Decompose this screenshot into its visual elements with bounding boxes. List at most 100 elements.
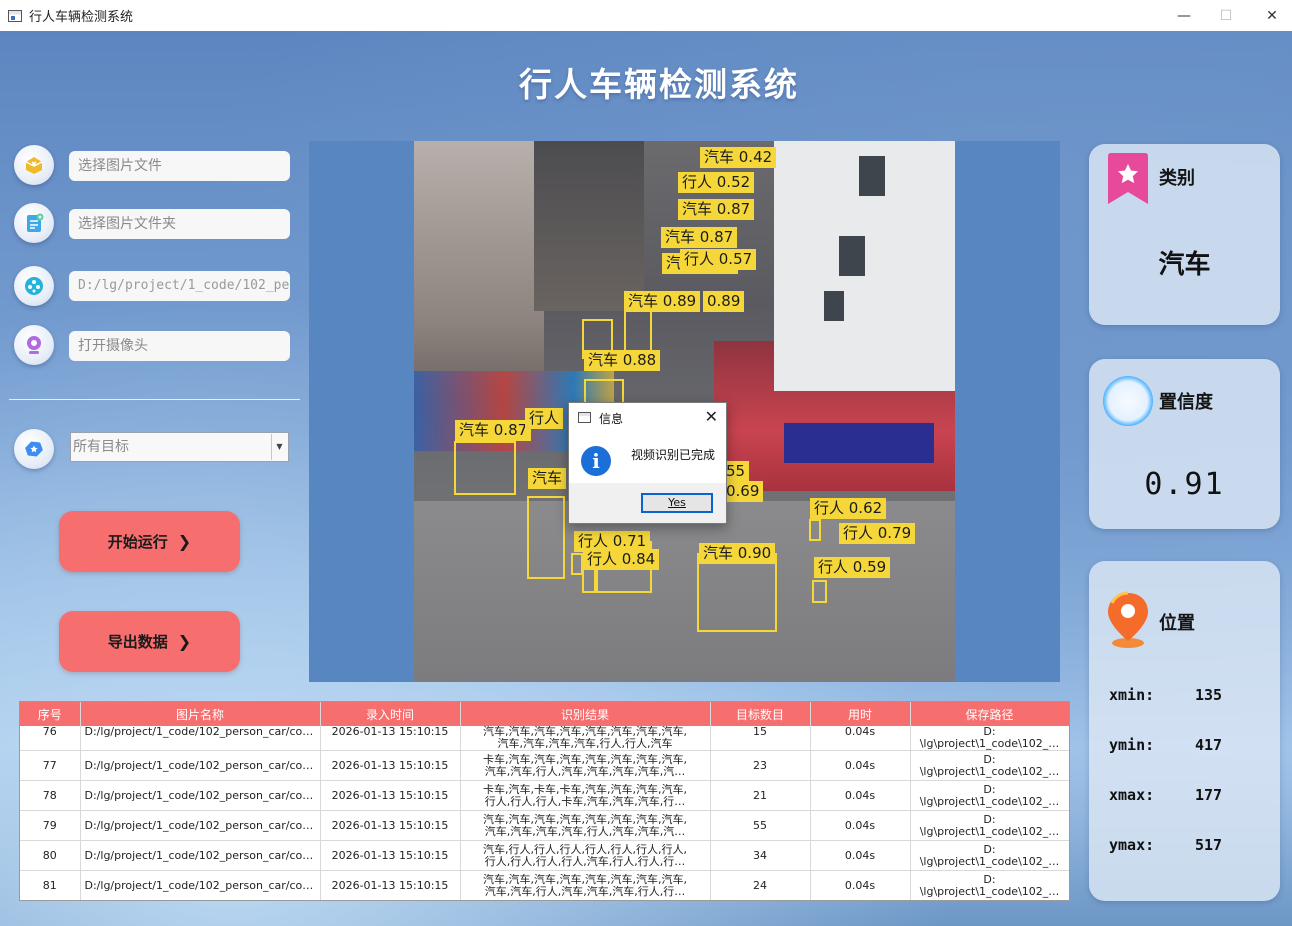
table-row[interactable]: 81 D:/lg/project/1_code/102_person_car/co… xyxy=(20,870,1069,900)
info-dialog: 信息 ✕ i 视频识别已完成 Yes xyxy=(568,402,727,524)
detection-box xyxy=(809,519,821,541)
xmax-label: xmax: xyxy=(1109,786,1155,804)
detection-label: 汽车 0.87 xyxy=(678,199,755,220)
save-path-cell: D: \lg\project\1_code\102_… xyxy=(910,840,1069,871)
image-name-cell: D:/lg/project/1_code/102_person_car/code… xyxy=(80,840,321,871)
open-camera-input[interactable]: 打开摄像头 xyxy=(69,331,290,361)
window-title: 行人车辆检测系统 xyxy=(29,10,134,25)
video-path-input[interactable]: D:/lg/project/1_code/102_pe xyxy=(69,271,290,301)
yes-button-label: Yes xyxy=(668,496,686,509)
bookmark-star-icon xyxy=(1108,153,1148,204)
window-titlebar: 行人车辆检测系统 — ☐ ✕ xyxy=(0,0,1292,32)
entry-time-cell: 2026-01-13 15:10:15 xyxy=(320,840,461,871)
time-used-cell: 0.04s xyxy=(810,840,911,871)
target-count-cell: 55 xyxy=(710,810,811,841)
save-path-cell-text: D: xyxy=(983,873,996,886)
info-icon: i xyxy=(581,446,611,476)
select-image-input[interactable]: 选择图片文件 xyxy=(69,151,290,181)
camera-icon[interactable] xyxy=(14,325,54,365)
save-path-cell: D: \lg\project\1_code\102_… xyxy=(910,780,1069,811)
result-cell-text: 卡车,汽车,汽车,汽车,汽车,汽车,汽车,汽车, xyxy=(483,753,687,766)
image-file-icon[interactable] xyxy=(14,145,54,185)
maximize-button[interactable]: ☐ xyxy=(1203,0,1249,31)
close-icon[interactable]: ✕ xyxy=(705,407,718,426)
table-row[interactable]: 76 D:/lg/project/1_code/102_person_car/co… xyxy=(20,726,1069,751)
position-title: 位置 xyxy=(1159,613,1195,634)
detection-label: 汽车 0.42 xyxy=(700,147,777,168)
confidence-card: 置信度 0.91 xyxy=(1089,359,1280,529)
row-id-cell-text: 78 xyxy=(42,789,57,802)
detection-label: 行人 0.62 xyxy=(810,498,887,519)
table-row[interactable]: 78 D:/lg/project/1_code/102_person_car/co… xyxy=(20,780,1069,811)
image-name-cell: D:/lg/project/1_code/102_person_car/code… xyxy=(80,750,321,781)
row-id-cell: 76 xyxy=(20,726,81,751)
time-used-cell: 0.04s xyxy=(810,726,911,751)
result-cell-text: 汽车,汽车,汽车,汽车,行人,行人,汽车 xyxy=(497,738,673,750)
column-header[interactable]: 保存路径 xyxy=(910,702,1069,726)
time-used-cell: 0.04s xyxy=(810,750,911,781)
export-button[interactable]: 导出数据 ❯ xyxy=(59,611,240,672)
image-name-cell: D:/lg/project/1_code/102_person_car/code… xyxy=(80,726,321,751)
detection-label: 0.89 xyxy=(703,291,745,312)
column-header[interactable]: 录入时间 xyxy=(320,702,461,726)
table-row[interactable]: 79 D:/lg/project/1_code/102_person_car/co… xyxy=(20,810,1069,841)
ymin-label: ymin: xyxy=(1109,736,1155,754)
ring-icon xyxy=(1103,376,1153,426)
detection-label: 0.69 xyxy=(722,481,764,502)
close-window-button[interactable]: ✕ xyxy=(1249,0,1292,31)
save-path-cell: D: \lg\project\1_code\102_… xyxy=(910,870,1069,900)
minimize-button[interactable]: — xyxy=(1161,0,1207,31)
result-cell-text: 汽车,汽车,汽车,汽车,汽车,汽车,汽车,汽车, xyxy=(483,726,687,738)
result-cell-text: 汽车,汽车,汽车,汽车,汽车,汽车,汽车,汽车, xyxy=(483,813,687,826)
xmin-value: 135 xyxy=(1195,686,1223,704)
time-used-cell: 0.04s xyxy=(810,780,911,811)
image-name-cell-text: D:/lg/project/1_code/102_person_car/code… xyxy=(84,759,316,772)
time-used-cell-text: 0.04s xyxy=(844,759,876,772)
detection-label: 汽车 0.90 xyxy=(699,543,776,564)
table-row[interactable]: 80 D:/lg/project/1_code/102_person_car/co… xyxy=(20,840,1069,871)
save-path-cell: D: \lg\project\1_code\102_… xyxy=(910,750,1069,781)
column-header[interactable]: 用时 xyxy=(810,702,911,726)
start-button[interactable]: 开始运行 ❯ xyxy=(59,511,240,572)
app-window-icon xyxy=(8,9,22,22)
target-count-cell: 15 xyxy=(710,726,811,751)
ymin-value: 417 xyxy=(1195,736,1223,754)
entry-time-cell-text: 2026-01-13 15:10:15 xyxy=(331,759,449,772)
detection-label: 行人 0.84 xyxy=(583,549,660,570)
save-path-cell-text: \lg\project\1_code\102_… xyxy=(919,795,1060,808)
target-select[interactable]: 所有目标 ▼ xyxy=(70,432,289,462)
result-cell-text: 卡车,汽车,卡车,卡车,汽车,汽车,汽车,汽车, xyxy=(483,783,687,796)
image-name-cell-text: D:/lg/project/1_code/102_person_car/code… xyxy=(84,849,316,862)
ymax-label: ymax: xyxy=(1109,836,1155,854)
results-table[interactable]: 序号 图片名称 录入时间 识别结果 目标数目 用时 保存路径 76 D:/lg/p… xyxy=(19,701,1070,901)
result-cell: 汽车,汽车,汽车,汽车,汽车,汽车,汽车,汽车, 汽车,汽车,汽车,汽车,行人,行… xyxy=(460,726,711,751)
image-name-cell: D:/lg/project/1_code/102_person_car/code… xyxy=(80,780,321,811)
detection-box xyxy=(812,580,827,603)
row-id-cell: 79 xyxy=(20,810,81,841)
yes-button[interactable]: Yes xyxy=(641,493,713,513)
save-path-cell-text: \lg\project\1_code\102_… xyxy=(919,738,1060,750)
table-row[interactable]: 77 D:/lg/project/1_code/102_person_car/co… xyxy=(20,750,1069,781)
ymin-row: ymin: 417 xyxy=(1109,736,1222,754)
result-cell-text: 汽车,行人,行人,行人,行人,行人,行人,行人, xyxy=(483,843,687,856)
row-id-cell: 81 xyxy=(20,870,81,900)
detection-label: 汽车 0.87 xyxy=(455,420,532,441)
detection-label: 汽车 xyxy=(528,468,567,489)
folder-icon[interactable] xyxy=(14,203,54,243)
result-cell-text: 汽车,汽车,行人,汽车,汽车,汽车,汽车,汽… xyxy=(484,765,686,778)
column-header[interactable]: 序号 xyxy=(20,702,81,726)
select-folder-input[interactable]: 选择图片文件夹 xyxy=(69,209,290,239)
save-path-cell: D: \lg\project\1_code\102_… xyxy=(910,810,1069,841)
column-header[interactable]: 目标数目 xyxy=(710,702,811,726)
target-count-cell-text: 34 xyxy=(753,849,767,862)
category-card: 类别 汽车 xyxy=(1089,144,1280,325)
video-icon[interactable] xyxy=(14,266,54,306)
column-header[interactable]: 识别结果 xyxy=(460,702,711,726)
column-header[interactable]: 图片名称 xyxy=(80,702,321,726)
detection-box xyxy=(527,496,565,579)
chevron-down-icon[interactable]: ▼ xyxy=(271,434,287,460)
target-count-cell: 21 xyxy=(710,780,811,811)
target-count-cell-text: 23 xyxy=(753,759,767,772)
dialog-footer: Yes xyxy=(569,483,726,523)
target-count-cell: 24 xyxy=(710,870,811,900)
